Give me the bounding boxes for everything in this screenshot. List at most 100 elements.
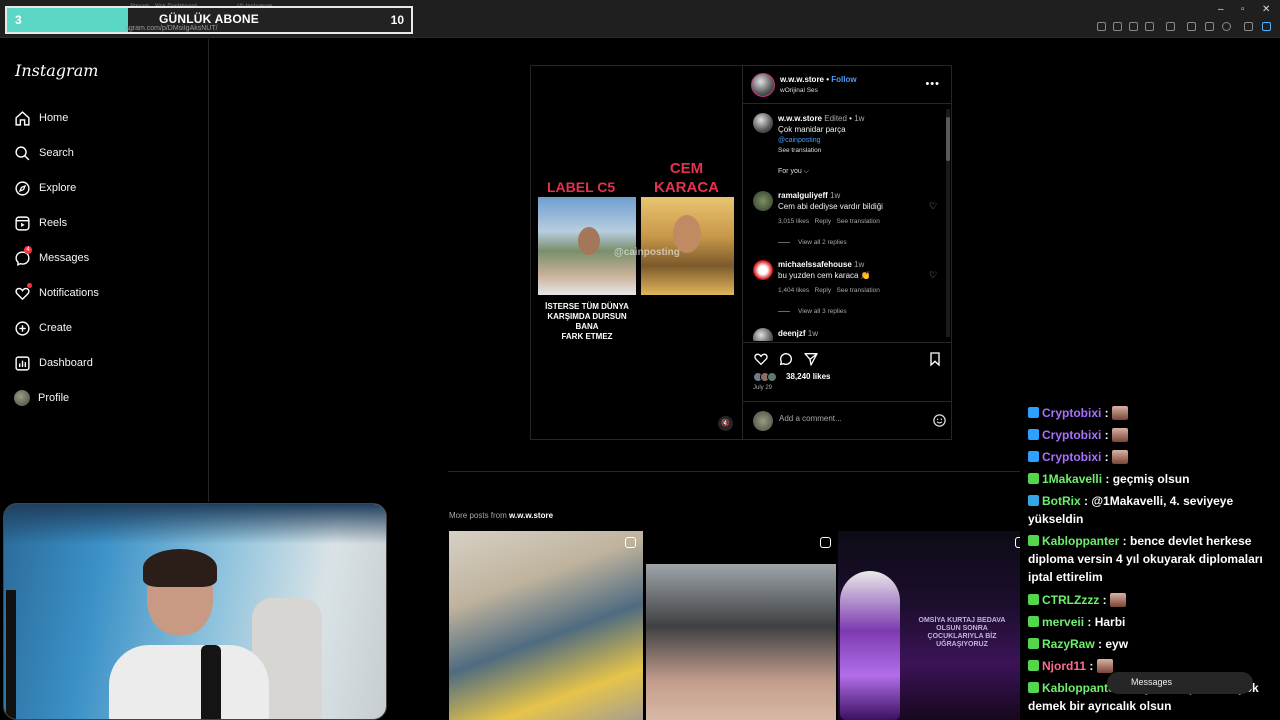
chat-username[interactable]: merveii	[1042, 615, 1084, 629]
chat-username[interactable]: CTRLZzzz	[1042, 593, 1099, 607]
zoom-icon[interactable]	[1113, 22, 1122, 31]
chat-message: Cryptobixi :	[1028, 448, 1280, 466]
audio-label[interactable]: wOrijinal Ses	[780, 87, 818, 94]
chat-username[interactable]: RazyRaw	[1042, 637, 1095, 651]
chat-badge-icon	[1028, 535, 1039, 546]
copilot-icon[interactable]	[1262, 22, 1271, 31]
view-replies-link[interactable]: View all 3 replies	[778, 308, 847, 315]
comment-header: michaelssafehouse 1w	[778, 260, 865, 269]
sort-dropdown[interactable]: For you ⌵	[778, 168, 809, 176]
follow-button[interactable]: Follow	[831, 75, 856, 84]
sidebar-item-messages[interactable]: 4 Messages	[14, 246, 89, 270]
sidebar-item-label: Search	[39, 147, 74, 159]
mute-button[interactable]: 🔇	[718, 416, 733, 431]
chat-text: geçmiş olsun	[1112, 472, 1190, 486]
sidebar-item-explore[interactable]: Explore	[14, 176, 76, 200]
comment-like-icon[interactable]: ♡	[929, 201, 937, 212]
collections-icon[interactable]	[1187, 22, 1196, 31]
comment-like-icon[interactable]: ♡	[929, 270, 937, 281]
plus-square-icon	[15, 320, 30, 336]
reel-icon	[820, 537, 831, 548]
comment-avatar[interactable]	[753, 191, 773, 211]
view-replies-link[interactable]: View all 2 replies	[778, 239, 847, 246]
more-options-icon[interactable]: •••	[925, 78, 940, 90]
comment-header: ramalguliyeff 1w	[778, 191, 841, 200]
extensions-icon[interactable]	[1166, 22, 1175, 31]
streamer-webcam	[3, 503, 387, 720]
mic-arm	[6, 590, 16, 719]
translate-icon[interactable]	[1129, 22, 1138, 31]
chat-username[interactable]: Njord11	[1042, 659, 1086, 673]
comment-avatar[interactable]	[753, 328, 773, 341]
caption-mention[interactable]: @cainposting	[778, 137, 821, 144]
chat-emote-icon	[1112, 406, 1129, 420]
comments-scrollbar[interactable]	[946, 109, 950, 337]
video-photo-left	[538, 197, 636, 295]
comment-icon[interactable]	[778, 351, 794, 367]
comment-input[interactable]	[779, 414, 919, 423]
chat-username[interactable]: Cryptobixi	[1042, 406, 1101, 420]
comment-avatar[interactable]	[753, 260, 773, 280]
sidebar-item-search[interactable]: Search	[14, 141, 74, 165]
bookmark-icon[interactable]	[927, 351, 943, 367]
sidebar-item-dashboard[interactable]: Dashboard	[14, 351, 93, 375]
like-icon[interactable]	[753, 351, 769, 367]
emoji-icon[interactable]	[932, 413, 947, 428]
chat-username[interactable]: BotRix	[1042, 494, 1081, 508]
sidebar-item-create[interactable]: Create	[14, 316, 72, 340]
post-card: LABEL C5 CEM KARACA @cainposting İSTERSE…	[530, 65, 952, 440]
share-icon[interactable]	[803, 351, 819, 367]
see-translation-link[interactable]: See translation	[778, 147, 821, 154]
post-thumbnail[interactable]: OMSİYA KURTAJ BEDAVA OLSUN SONRA ÇOCUKLA…	[838, 531, 1020, 720]
like-count[interactable]: 38,240 likes	[786, 372, 830, 381]
reply-button[interactable]: Reply	[815, 218, 832, 225]
more-posts-account[interactable]: w.w.w.store	[509, 511, 553, 520]
sidebar-item-notifications[interactable]: Notifications	[14, 281, 99, 305]
instagram-sidebar: Instagram Home Search Explore Reels 4 Me…	[0, 39, 209, 502]
post-author-line: w.w.w.store • Follow	[780, 75, 857, 84]
post-thumbnail[interactable]	[449, 531, 643, 720]
chat-username[interactable]: 1Makavelli	[1042, 472, 1102, 486]
close-window-button[interactable]: ✕	[1262, 4, 1270, 15]
reel-icon	[625, 537, 636, 548]
chat-username[interactable]: Cryptobixi	[1042, 450, 1101, 464]
compass-icon	[15, 180, 30, 196]
heart-icon[interactable]	[1205, 22, 1214, 31]
sidebar-item-home[interactable]: Home	[14, 106, 68, 130]
reply-button[interactable]: Reply	[815, 287, 832, 294]
search-icon	[15, 145, 30, 160]
caption-author-avatar[interactable]	[753, 113, 773, 133]
chat-emote-icon	[1096, 659, 1113, 673]
chat-badge-icon	[1028, 429, 1039, 440]
address-bar-url[interactable]: agram.com/p/DMsiIgAksNUT/	[125, 25, 218, 32]
more-icon[interactable]	[1244, 22, 1253, 31]
notification-dot	[27, 283, 32, 288]
chat-username[interactable]: Kabloppanter	[1042, 534, 1119, 548]
maximize-button[interactable]: ▫	[1241, 4, 1245, 15]
profile-icon[interactable]	[1222, 22, 1231, 31]
post-video[interactable]: LABEL C5 CEM KARACA @cainposting İSTERSE…	[531, 66, 742, 439]
chat-message: CTRLZzzz :	[1028, 591, 1280, 609]
instagram-logo[interactable]: Instagram	[15, 61, 98, 80]
post-author[interactable]: w.w.w.store	[780, 75, 824, 84]
chat-username[interactable]: Cryptobixi	[1042, 428, 1101, 442]
sidebar-item-label: Explore	[39, 182, 77, 194]
post-thumbnail[interactable]	[646, 531, 836, 720]
messages-pill[interactable]: Messages	[1107, 672, 1253, 694]
chat-message: merveii : Harbi	[1028, 613, 1280, 631]
minimize-button[interactable]: –	[1218, 4, 1224, 15]
caption-text: Çok manidar parça	[778, 125, 846, 134]
section-divider	[448, 471, 1020, 472]
post-date: July 29	[753, 385, 773, 391]
sidebar-item-profile[interactable]: Profile	[14, 386, 69, 410]
see-translation-link[interactable]: See translation	[837, 287, 880, 294]
sidebar-item-reels[interactable]: Reels	[14, 211, 67, 235]
reader-icon[interactable]	[1097, 22, 1106, 31]
author-avatar[interactable]	[751, 73, 775, 97]
chat-badge-icon	[1028, 495, 1039, 506]
favorite-star-icon[interactable]	[1145, 22, 1154, 31]
user-avatar	[753, 411, 773, 431]
chat-badge-icon	[1028, 451, 1039, 462]
see-translation-link[interactable]: See translation	[837, 218, 880, 225]
comment-meta: 3,015 likes Reply See translation	[778, 218, 880, 225]
